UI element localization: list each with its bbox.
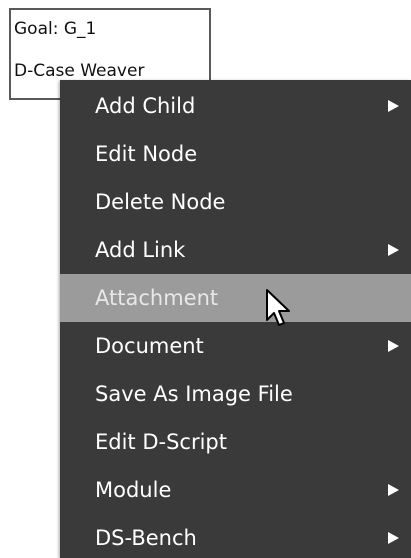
menu-item-label: Delete Node	[95, 190, 226, 214]
menu-item-document[interactable]: Document	[60, 322, 411, 370]
menu-item-ds-bench[interactable]: DS-Bench	[60, 514, 411, 558]
menu-item-label: Document	[95, 334, 204, 358]
diagram-canvas: Goal: G_1 D-Case Weaver Add Child Edit N…	[0, 0, 411, 558]
menu-item-label: Module	[95, 478, 172, 502]
menu-item-label: Edit Node	[95, 142, 198, 166]
goal-node-description: D-Case Weaver	[14, 61, 145, 81]
menu-item-add-link[interactable]: Add Link	[60, 226, 411, 274]
submenu-arrow-icon	[388, 244, 399, 256]
menu-item-label: Add Link	[95, 238, 186, 262]
menu-item-label: Edit D-Script	[95, 430, 227, 454]
submenu-arrow-icon	[388, 100, 399, 112]
menu-item-label: DS-Bench	[95, 526, 197, 550]
submenu-arrow-icon	[388, 484, 399, 496]
mouse-pointer-icon	[266, 289, 290, 326]
menu-item-attachment[interactable]: Attachment	[60, 274, 411, 322]
menu-item-module[interactable]: Module	[60, 466, 411, 514]
menu-item-label: Attachment	[95, 286, 219, 310]
menu-item-save-as-image[interactable]: Save As Image File	[60, 370, 411, 418]
menu-item-edit-node[interactable]: Edit Node	[60, 130, 411, 178]
menu-item-delete-node[interactable]: Delete Node	[60, 178, 411, 226]
menu-item-edit-d-script[interactable]: Edit D-Script	[60, 418, 411, 466]
goal-node-title: Goal: G_1	[14, 19, 97, 39]
submenu-arrow-icon	[388, 340, 399, 352]
submenu-arrow-icon	[388, 532, 399, 544]
menu-item-add-child[interactable]: Add Child	[60, 82, 411, 130]
menu-item-label: Add Child	[95, 94, 196, 118]
context-menu: Add Child Edit Node Delete Node Add Link…	[60, 80, 411, 558]
menu-item-label: Save As Image File	[95, 382, 293, 406]
